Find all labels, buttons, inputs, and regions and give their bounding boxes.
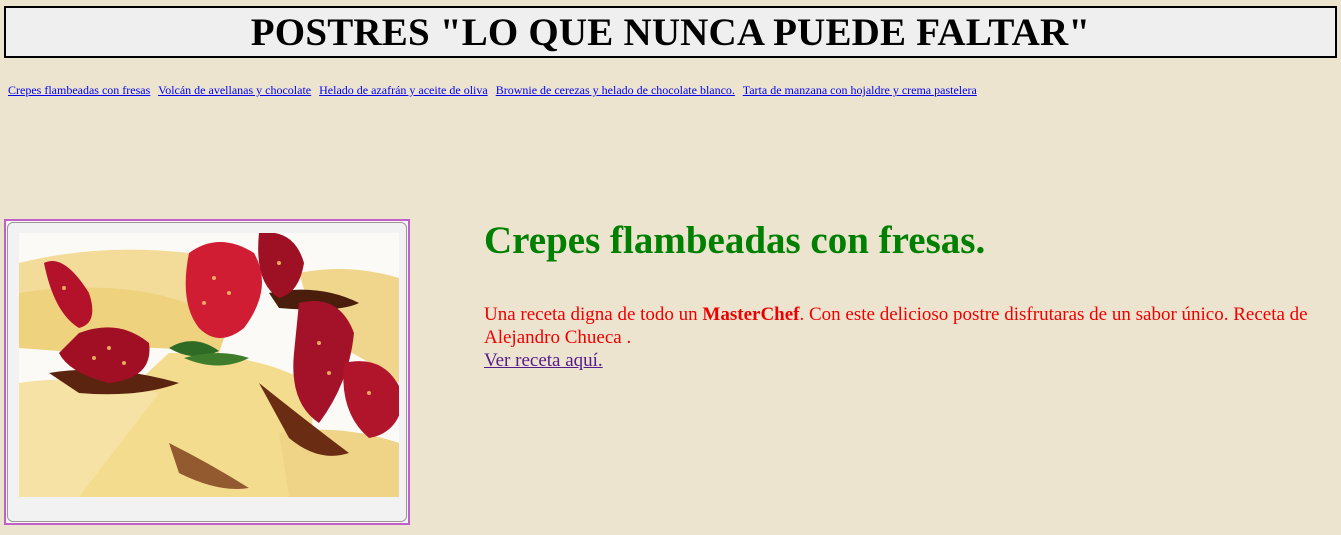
nav-link-helado[interactable]: Helado de azafrán y aceite de oliva	[319, 83, 488, 97]
recipe-description: Una receta digna de todo un MasterChef. …	[484, 303, 1334, 372]
nav-link-crepes[interactable]: Crepes flambeadas con fresas	[8, 83, 150, 97]
recipe-image-inner	[7, 222, 407, 522]
view-recipe-link[interactable]: Ver receta aquí.	[484, 350, 603, 371]
nav-link-tarta[interactable]: Tarta de manzana con hojaldre y crema pa…	[743, 83, 977, 97]
nav-link-volcan[interactable]: Volcán de avellanas y chocolate	[158, 83, 311, 97]
page-header: POSTRES "LO QUE NUNCA PUEDE FALTAR"	[4, 6, 1337, 58]
nav-link-brownie[interactable]: Brownie de cerezas y helado de chocolate…	[496, 83, 735, 97]
recipe-nav: Crepes flambeadas con fresas Volcán de a…	[8, 83, 982, 98]
recipe-title: Crepes flambeadas con fresas.	[484, 219, 986, 262]
page-title: POSTRES "LO QUE NUNCA PUEDE FALTAR"	[250, 10, 1091, 54]
recipe-image-frame	[4, 219, 410, 525]
crepes-photo	[19, 233, 399, 497]
recipe-content: Crepes flambeadas con fresas. Una receta…	[484, 218, 1334, 372]
description-bold: MasterChef	[702, 304, 800, 325]
description-text-start: Una receta digna de todo un	[484, 304, 703, 325]
